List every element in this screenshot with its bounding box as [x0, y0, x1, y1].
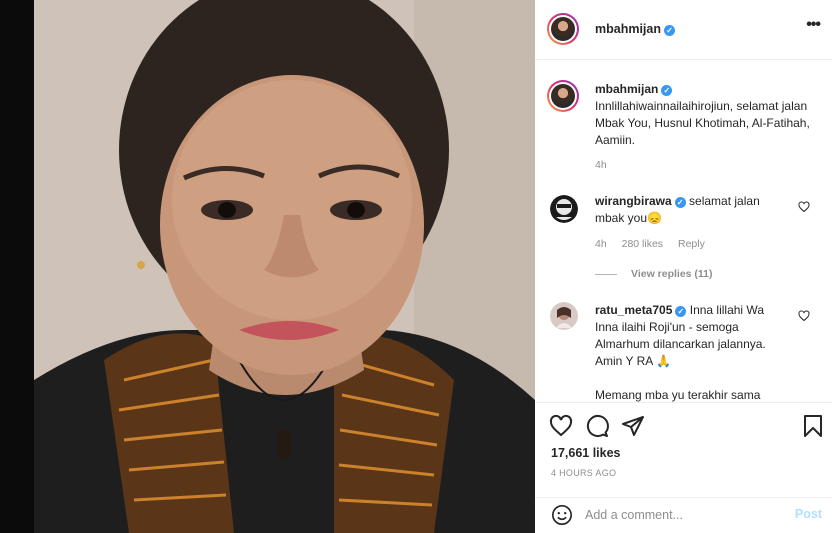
praying-hands-emoji: 🙏 [655, 354, 671, 368]
like-count[interactable]: 17,661 likes [551, 446, 621, 460]
comment-like-heart-icon[interactable] [798, 310, 810, 322]
commenter-avatar[interactable] [550, 302, 578, 330]
comment-text-continued: Memang mba yu terakhir sama [595, 388, 761, 402]
caption-text: Innlillahiwainnailaihirojiun, selamat ja… [595, 99, 810, 147]
comment-username[interactable]: wirangbirawa ✓ [595, 194, 686, 208]
post-timestamp: 4 HOURS AGO [551, 468, 617, 478]
caption-username[interactable]: mbahmijan ✓ [595, 82, 673, 96]
comment-input[interactable] [585, 505, 785, 525]
caption-age: 4h [595, 159, 607, 171]
comment-age: 4h [595, 238, 607, 250]
verified-badge-icon: ✓ [674, 197, 686, 208]
post-header: mbahmijan ✓ ••• [535, 0, 832, 60]
verified-badge-icon: ✓ [675, 306, 687, 317]
share-icon[interactable] [621, 414, 645, 438]
post-photo [34, 0, 535, 533]
heart-icon[interactable] [549, 414, 573, 438]
author-avatar[interactable] [547, 13, 579, 45]
post-button[interactable]: Post [795, 507, 822, 521]
post-details-panel: mbahmijan ✓ ••• mbahmijan ✓ Innlillahiwain… [535, 0, 832, 533]
sad-face-emoji: 😞 [647, 211, 662, 225]
post-actions: 17,661 likes 4 HOURS AGO [535, 402, 832, 497]
smiley-icon[interactable] [551, 504, 573, 526]
comment-like-heart-icon[interactable] [798, 201, 810, 213]
author-username[interactable]: mbahmijan ✓ [595, 22, 675, 36]
comment-username[interactable]: ratu_meta705 ✓ [595, 303, 687, 317]
bookmark-icon[interactable] [801, 414, 825, 438]
more-options-icon[interactable]: ••• [806, 16, 821, 34]
caption-avatar[interactable] [547, 80, 579, 112]
verified-badge-icon: ✓ [664, 25, 675, 36]
reply-button[interactable]: Reply [678, 238, 705, 250]
add-comment-bar: Post [535, 497, 832, 533]
verified-badge-icon: ✓ [661, 85, 673, 96]
comments-list[interactable]: mbahmijan ✓ Innlillahiwainnailaihirojiun,… [535, 61, 832, 402]
comment-icon[interactable] [585, 414, 609, 438]
portrait-illustration [34, 0, 535, 533]
comment-like-count[interactable]: 280 likes [622, 238, 663, 250]
view-replies-button[interactable]: View replies (11) [595, 268, 713, 280]
commenter-avatar[interactable] [550, 195, 578, 223]
